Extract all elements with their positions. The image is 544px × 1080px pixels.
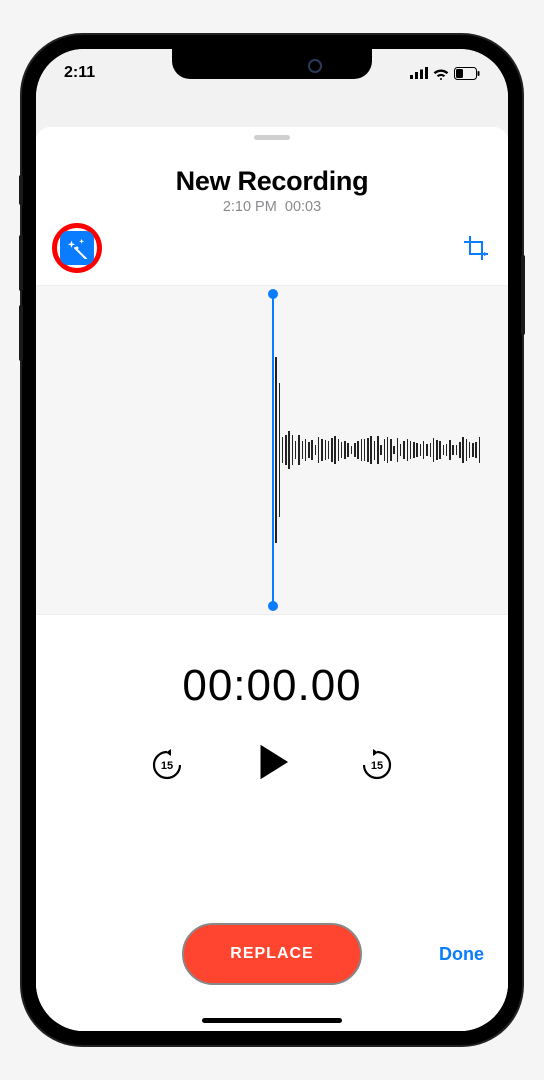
battery-icon xyxy=(454,67,480,80)
title-block: New Recording 2:10 PM 00:03 xyxy=(36,166,508,215)
recording-timestamp: 2:10 PM xyxy=(223,199,277,215)
cellular-icon xyxy=(410,67,428,79)
enhance-button[interactable] xyxy=(60,231,94,265)
play-icon xyxy=(249,739,295,785)
done-button[interactable]: Done xyxy=(439,944,484,965)
play-button[interactable] xyxy=(249,739,295,790)
screen: 2:11 New Recording 2:10 PM 00:03 xyxy=(36,49,508,1031)
power-button xyxy=(521,255,525,335)
recording-duration: 00:03 xyxy=(285,199,321,215)
recording-title[interactable]: New Recording xyxy=(36,166,508,197)
tutorial-highlight-ring xyxy=(52,223,102,273)
transport-controls: 15 15 xyxy=(36,739,508,790)
device-frame: 2:11 New Recording 2:10 PM 00:03 xyxy=(22,35,522,1045)
mute-switch xyxy=(19,175,23,205)
replace-button[interactable]: REPLACE xyxy=(182,923,362,985)
skip-forward-15-icon: 15 xyxy=(359,747,395,783)
svg-text:15: 15 xyxy=(161,760,173,772)
volume-down xyxy=(19,305,23,361)
wifi-icon xyxy=(432,67,450,80)
notch xyxy=(172,49,372,79)
drag-handle[interactable] xyxy=(254,135,290,140)
waveform-scrubber[interactable] xyxy=(36,285,508,615)
home-indicator[interactable] xyxy=(202,1018,342,1023)
magic-wand-icon xyxy=(66,237,88,259)
skip-back-15-icon: 15 xyxy=(149,747,185,783)
playhead[interactable] xyxy=(272,294,274,606)
svg-text:15: 15 xyxy=(371,760,383,772)
status-indicators xyxy=(410,67,480,80)
crop-icon xyxy=(462,234,490,262)
volume-up xyxy=(19,235,23,291)
skip-forward-button[interactable]: 15 xyxy=(359,747,395,783)
recording-subtitle: 2:10 PM 00:03 xyxy=(36,199,508,215)
skip-back-button[interactable]: 15 xyxy=(149,747,185,783)
status-time: 2:11 xyxy=(64,64,95,82)
playback-time: 00:00.00 xyxy=(36,661,508,711)
waveform xyxy=(272,449,482,451)
editor-sheet: New Recording 2:10 PM 00:03 xyxy=(36,127,508,1031)
trim-button[interactable] xyxy=(460,232,492,264)
